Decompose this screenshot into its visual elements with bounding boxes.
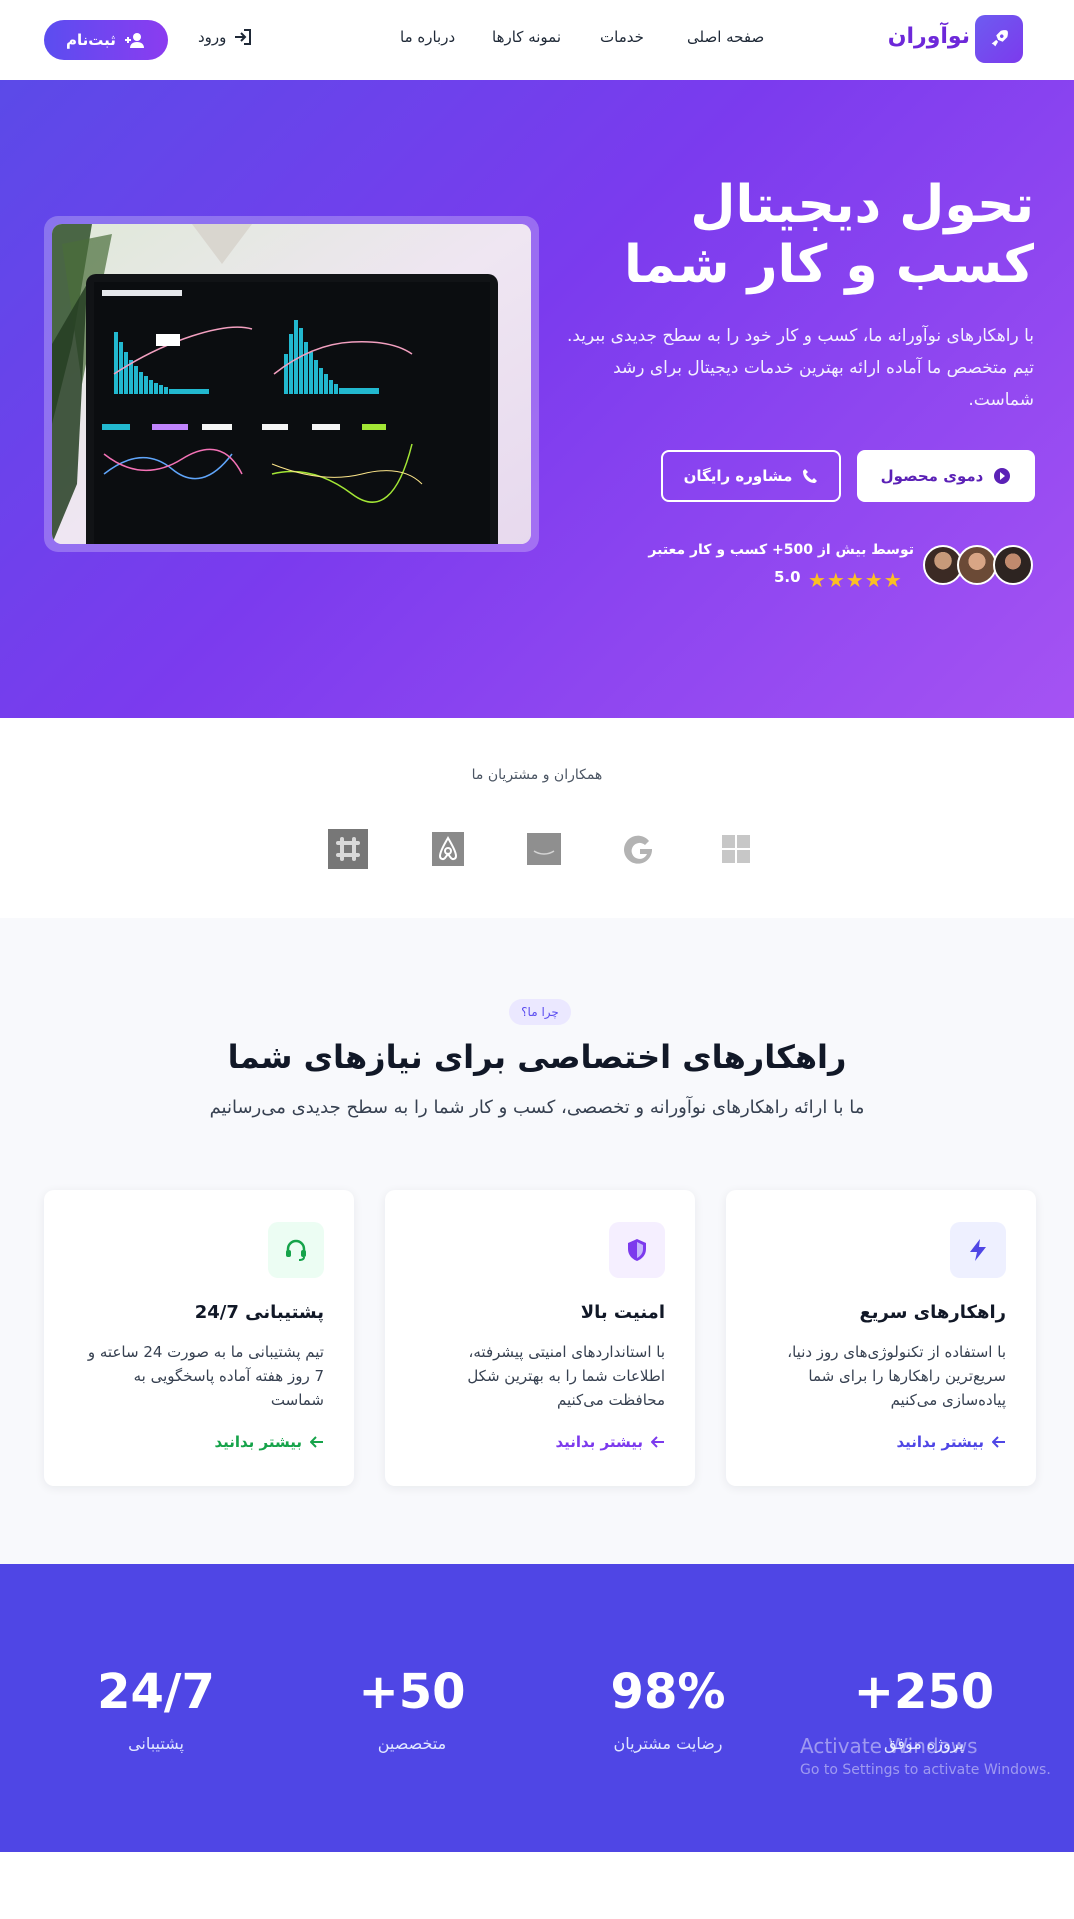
play-circle-icon [994, 468, 1011, 484]
slack-logo [328, 829, 368, 869]
login-link[interactable]: ورود [198, 28, 252, 46]
navbar: نوآوران صفحه اصلی خدمات نمونه کارها دربا… [0, 0, 1074, 80]
avatar [993, 545, 1033, 585]
google-logo [620, 829, 660, 869]
features-title: راهکارهای اختصاصی برای نیازهای شما [227, 1038, 847, 1076]
hero-image [44, 216, 539, 552]
feature-title: پشتیبانی 24/7 [194, 1302, 324, 1323]
watermark-line2: Go to Settings to activate Windows. [800, 1762, 1051, 1778]
learn-more-label: بیشتر بدانید [555, 1433, 643, 1451]
consult-button-label: مشاوره رایگان [683, 467, 793, 485]
stat-label: متخصصین [377, 1734, 447, 1753]
avatar [957, 545, 997, 585]
nav-link-services[interactable]: خدمات [600, 28, 644, 46]
shield-icon [628, 1239, 646, 1261]
stats-section: +250 پروژه موفق 98% رضایت مشتریان +50 مت… [0, 1564, 1074, 1852]
sign-in-icon [235, 29, 252, 45]
stat-value: +50 [358, 1664, 466, 1720]
hero-description: با راهکارهای نوآورانه ما، کسب و کار خود … [566, 326, 1034, 410]
demo-button[interactable]: دموی محصول [857, 450, 1035, 502]
signup-button[interactable]: ثبت‌نام [44, 20, 168, 60]
hero-title: تحول دیجیتال کسب و کار شما [514, 175, 1034, 295]
rocket-icon [991, 30, 1008, 47]
feature-icon-box [268, 1222, 324, 1278]
arrow-left-icon [651, 1436, 664, 1448]
amazon-logo [524, 829, 564, 869]
headset-icon [286, 1239, 306, 1261]
airbnb-icon [432, 832, 464, 866]
brand-logo[interactable] [975, 15, 1023, 63]
stat-value: 98% [610, 1664, 726, 1720]
phone-icon [803, 469, 818, 483]
feature-title: امنیت بالا [580, 1302, 665, 1323]
rating-value: 5.0 [774, 568, 801, 586]
stat-label: پشتیبانی [128, 1734, 184, 1753]
stat-label: رضایت مشتریان [613, 1734, 723, 1753]
dashboard-illustration [52, 224, 531, 544]
hero-title-line1: تحول دیجیتال [690, 175, 1034, 235]
signup-label: ثبت‌نام [66, 31, 116, 49]
learn-more-link[interactable]: بیشتر بدانید [896, 1433, 1006, 1451]
learn-more-link[interactable]: بیشتر بدانید [214, 1433, 324, 1451]
feature-icon-box [950, 1222, 1006, 1278]
features-section: چرا ما؟ راهکارهای اختصاصی برای نیازهای ش… [0, 918, 1074, 1564]
features-subtitle: ما با ارائه راهکارهای نوآورانه و تخصصی، … [209, 1097, 865, 1118]
partners-title: همکاران و مشتریان ما [471, 767, 603, 783]
arrow-left-icon [310, 1436, 323, 1448]
feature-icon-box [609, 1222, 665, 1278]
learn-more-label: بیشتر بدانید [896, 1433, 984, 1451]
feature-card-support: پشتیبانی 24/7 تیم پشتیبانی ما به صورت 24… [44, 1190, 354, 1486]
nav-link-about[interactable]: درباره ما [400, 28, 455, 46]
stat-value: +250 [853, 1664, 995, 1720]
hero-title-line2: کسب و کار شما [623, 235, 1034, 295]
feature-card-fast: راهکارهای سریع با استفاده از تکنولوژی‌ها… [726, 1190, 1036, 1486]
feature-card-security: امنیت بالا با استانداردهای امنیتی پیشرفت… [385, 1190, 695, 1486]
feature-title: راهکارهای سریع [859, 1302, 1006, 1323]
feature-text: با استفاده از تکنولوژی‌های روز دنیا، سری… [787, 1343, 1006, 1409]
demo-button-label: دموی محصول [880, 467, 984, 485]
stat-value: 24/7 [97, 1664, 215, 1720]
activate-windows-watermark: Activate Windows Go to Settings to activ… [800, 1734, 1051, 1778]
consult-button[interactable]: مشاوره رایگان [661, 450, 841, 502]
login-label: ورود [198, 28, 227, 46]
watermark-line1: Activate Windows [800, 1734, 978, 1758]
rating-stars: ★★★★★ [808, 568, 903, 592]
slack-icon [328, 829, 368, 869]
airbnb-logo [428, 829, 468, 869]
customer-avatars [923, 545, 1035, 589]
learn-more-label: بیشتر بدانید [214, 1433, 302, 1451]
trust-text: توسط بیش از 500+ کسب و کار معتبر [648, 542, 914, 558]
why-us-badge: چرا ما؟ [509, 999, 571, 1025]
google-icon [624, 835, 653, 864]
hero-section: تحول دیجیتال کسب و کار شما با راهکارهای … [0, 80, 1074, 718]
brand-name[interactable]: نوآوران [880, 24, 970, 49]
amazon-icon [527, 833, 561, 865]
arrow-left-icon [992, 1436, 1005, 1448]
feature-text: تیم پشتیبانی ما به صورت 24 ساعته و 7 روز… [87, 1343, 324, 1409]
user-plus-icon [124, 33, 144, 48]
learn-more-link[interactable]: بیشتر بدانید [555, 1433, 665, 1451]
nav-link-home[interactable]: صفحه اصلی [687, 28, 764, 46]
microsoft-icon [722, 835, 750, 863]
feature-text: با استانداردهای امنیتی پیشرفته، اطلاعات … [467, 1343, 665, 1409]
nav-link-portfolio[interactable]: نمونه کارها [492, 28, 561, 46]
bolt-icon [970, 1239, 986, 1261]
dashboard-photo [52, 224, 531, 544]
microsoft-logo [716, 829, 756, 869]
